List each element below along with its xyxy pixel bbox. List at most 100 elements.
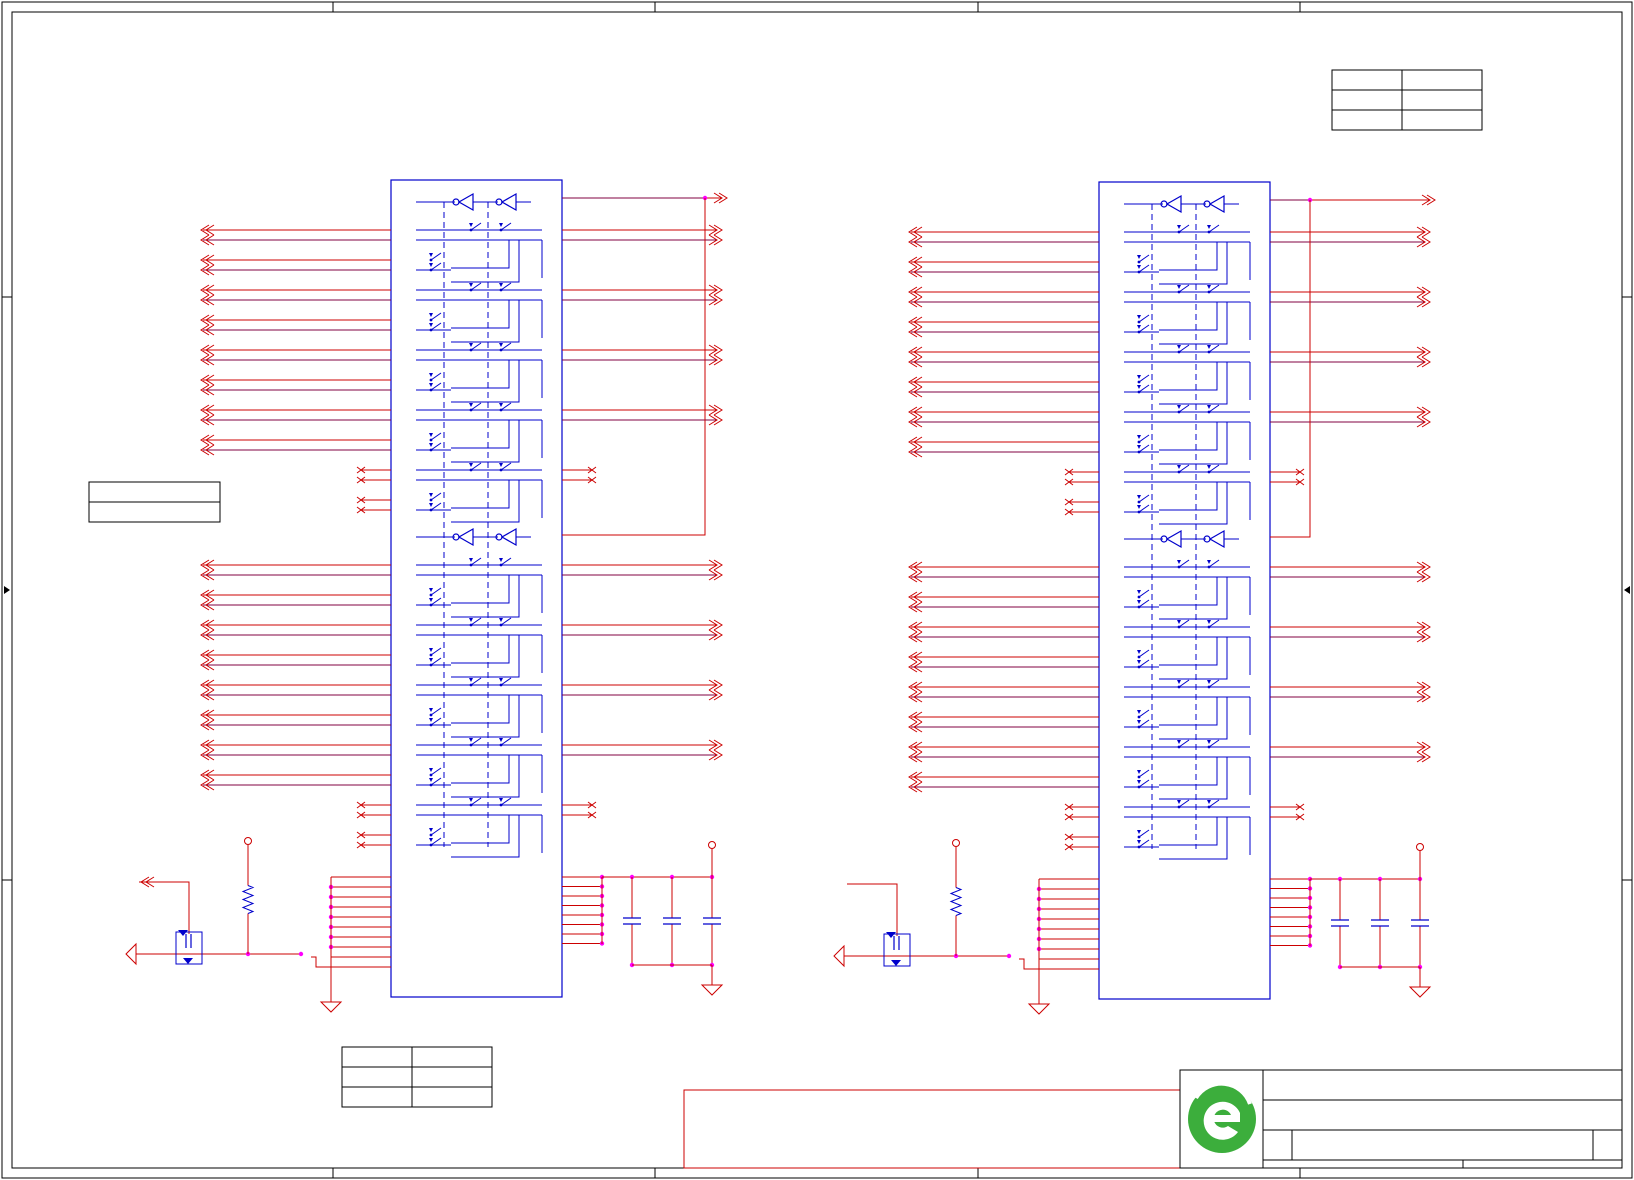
switch-arrow bbox=[1207, 405, 1211, 409]
switch-contact bbox=[1137, 320, 1141, 324]
switch-arrow bbox=[469, 223, 473, 227]
switch-arrow bbox=[499, 798, 503, 802]
switch-arrow bbox=[1207, 345, 1211, 349]
power-pin-icon bbox=[1416, 843, 1424, 851]
schematic-sheet bbox=[0, 0, 1634, 1180]
analog-switch-icon bbox=[1138, 434, 1150, 443]
switch-arrow bbox=[1177, 345, 1181, 349]
switch-contact bbox=[1207, 745, 1211, 749]
switch-arrow bbox=[1137, 315, 1141, 319]
analog-switch-icon bbox=[1178, 344, 1190, 353]
en-wire bbox=[1019, 958, 1099, 970]
analog-switch-icon bbox=[500, 342, 512, 351]
switch-arrow bbox=[499, 403, 503, 407]
switch-contact bbox=[1207, 565, 1211, 569]
switch-contact bbox=[1137, 835, 1141, 839]
signoff-table bbox=[341, 1046, 493, 1108]
switch-arrow bbox=[1137, 265, 1141, 269]
switch-arrow bbox=[429, 373, 433, 377]
switch-ic-body bbox=[390, 179, 563, 998]
analog-switch-icon bbox=[470, 402, 482, 411]
switch-arrow bbox=[1207, 465, 1211, 469]
switch-arrow bbox=[429, 493, 433, 497]
switch-contact bbox=[469, 228, 473, 232]
switch-arrow bbox=[429, 658, 433, 662]
switch-contact bbox=[1177, 565, 1181, 569]
switch-channel bbox=[908, 224, 1431, 285]
sheet-frame bbox=[1, 1, 1633, 1179]
analog-switch-icon bbox=[1208, 739, 1220, 748]
en-wire bbox=[311, 956, 391, 968]
switch-arrow bbox=[469, 738, 473, 742]
analog-switch-icon bbox=[1208, 619, 1220, 628]
analog-switch-icon bbox=[1138, 719, 1150, 728]
mosfet-body-diode bbox=[891, 960, 901, 966]
switch-arrow bbox=[1177, 620, 1181, 624]
analog-switch-icon bbox=[430, 432, 442, 441]
analog-switch-icon bbox=[1138, 264, 1150, 273]
chip-wire bbox=[1159, 362, 1218, 391]
switch-contact bbox=[469, 803, 473, 807]
switch-contact bbox=[1137, 270, 1141, 274]
switch-contact bbox=[1207, 410, 1211, 414]
junction-dot bbox=[298, 951, 304, 957]
switch-contact bbox=[1137, 845, 1141, 849]
switch-contact bbox=[499, 348, 503, 352]
power-pin-icon bbox=[952, 839, 960, 847]
chip-wire bbox=[451, 420, 510, 449]
switch-contact bbox=[1137, 260, 1141, 264]
switch-contact bbox=[1137, 450, 1141, 454]
chip-wire bbox=[451, 635, 510, 664]
switch-contact bbox=[469, 408, 473, 412]
switch-contact bbox=[429, 593, 433, 597]
switch-contact bbox=[429, 448, 433, 452]
switch-contact bbox=[429, 723, 433, 727]
switch-contact bbox=[499, 803, 503, 807]
switch-contact bbox=[499, 683, 503, 687]
analog-switch-icon bbox=[1138, 659, 1150, 668]
switch-arrow bbox=[1207, 225, 1211, 229]
switch-contact bbox=[429, 268, 433, 272]
switch-channel bbox=[200, 282, 723, 343]
switch-contact bbox=[1207, 625, 1211, 629]
analog-switch-icon bbox=[430, 442, 442, 451]
analog-switch-icon bbox=[1138, 829, 1150, 838]
switch-arrow bbox=[1207, 680, 1211, 684]
analog-switch-icon bbox=[500, 462, 512, 471]
switch-contact bbox=[1137, 655, 1141, 659]
chip-wire bbox=[1159, 482, 1218, 511]
analog-switch-icon bbox=[1178, 284, 1190, 293]
power-pin-icon bbox=[708, 841, 716, 849]
chip-wire bbox=[451, 755, 510, 784]
switch-arrow bbox=[1177, 225, 1181, 229]
switch-arrow bbox=[1177, 405, 1181, 409]
analog-switch-icon bbox=[430, 597, 442, 606]
switch-channel bbox=[200, 402, 723, 463]
switch-arrow bbox=[1137, 780, 1141, 784]
analog-switch-icon bbox=[1208, 344, 1220, 353]
revision-table bbox=[1331, 69, 1483, 131]
analog-switch-icon bbox=[430, 827, 442, 836]
switch-arrow bbox=[429, 708, 433, 712]
switch-contact bbox=[1207, 685, 1211, 689]
chip-wire bbox=[1159, 302, 1218, 331]
analog-switch-icon bbox=[430, 262, 442, 271]
switch-arrow bbox=[429, 718, 433, 722]
analog-switch-icon bbox=[500, 557, 512, 566]
switch-contact bbox=[1137, 725, 1141, 729]
switch-contact bbox=[1137, 380, 1141, 384]
switch-arrow bbox=[1177, 465, 1181, 469]
switch-contact bbox=[1177, 745, 1181, 749]
chip-wire bbox=[1159, 242, 1218, 271]
analog-switch-icon bbox=[430, 252, 442, 261]
switch-contact bbox=[469, 743, 473, 747]
switch-arrow bbox=[1137, 710, 1141, 714]
switch-arrow bbox=[499, 223, 503, 227]
gate-wire bbox=[139, 881, 190, 934]
switch-arrow bbox=[1137, 830, 1141, 834]
switch-contact bbox=[429, 258, 433, 262]
switch-contact bbox=[429, 783, 433, 787]
switch-arrow bbox=[1137, 840, 1141, 844]
switch-channel bbox=[356, 797, 597, 858]
switch-arrow bbox=[499, 463, 503, 467]
